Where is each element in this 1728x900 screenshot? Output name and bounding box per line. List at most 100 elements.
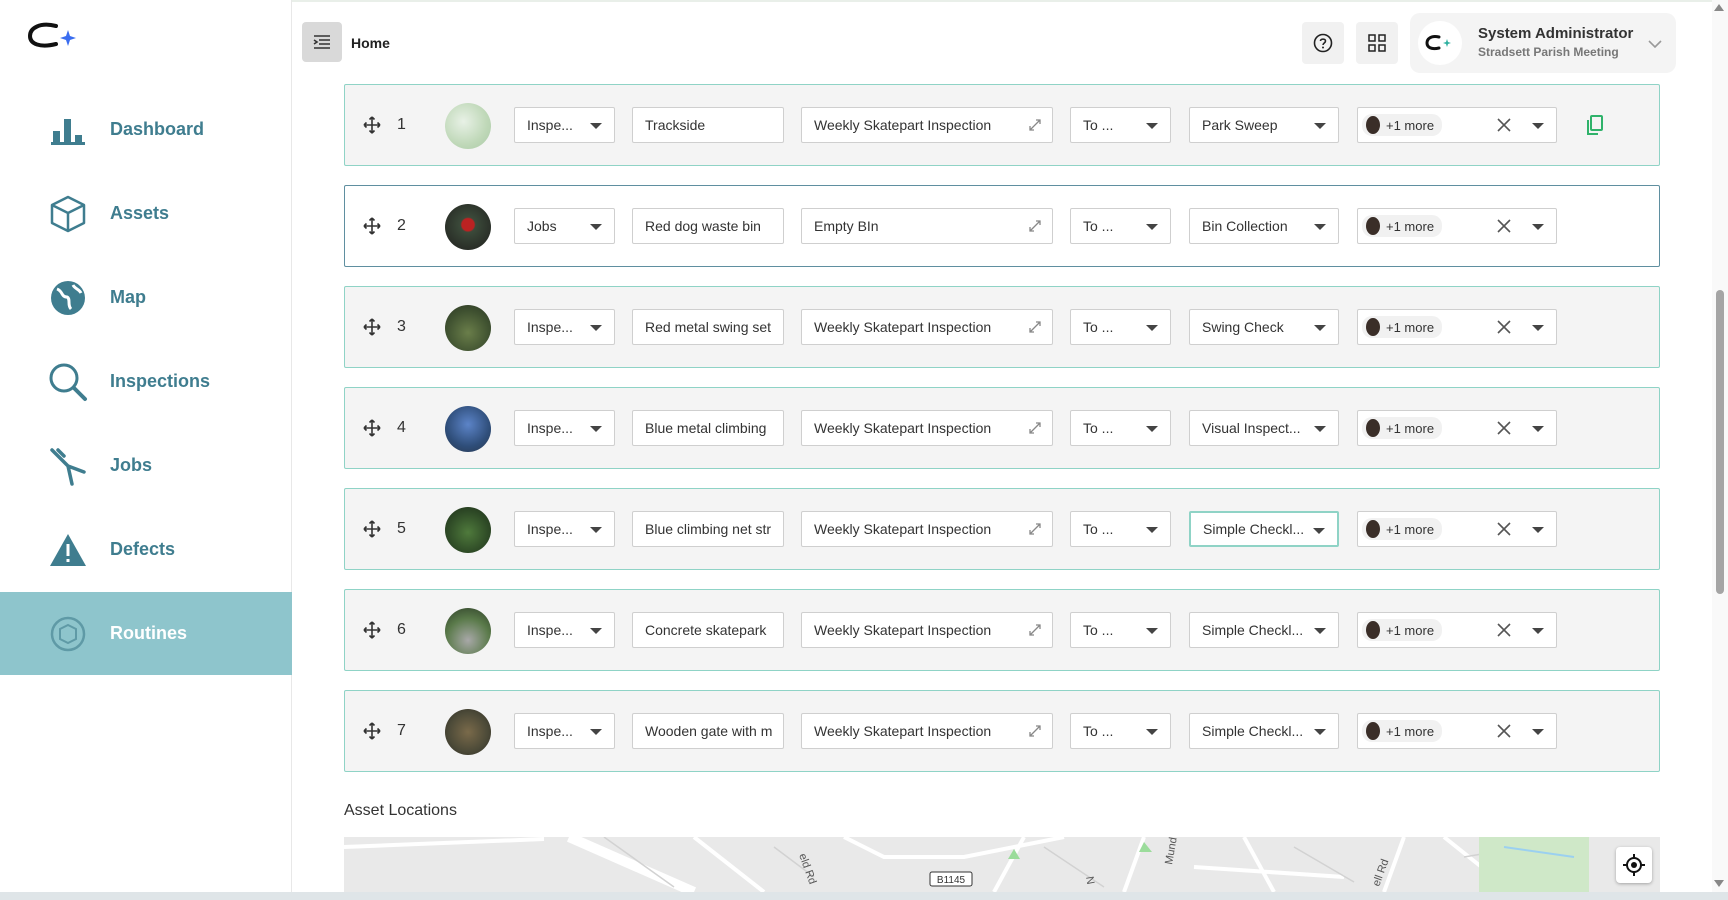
drag-handle-icon[interactable] — [363, 621, 381, 639]
routine-name-field[interactable]: Weekly Skatepart Inspection — [801, 107, 1053, 143]
checklist-value: Simple Checkl... — [1203, 521, 1305, 537]
expand-icon[interactable] — [1028, 421, 1042, 438]
checklist-select[interactable]: Simple Checkl... — [1189, 612, 1339, 648]
to-select[interactable]: To ... — [1070, 208, 1171, 244]
drag-handle-icon[interactable] — [363, 217, 381, 235]
nav-defects[interactable]: Defects — [0, 508, 292, 591]
dropdown-caret-icon[interactable] — [1532, 527, 1544, 533]
expand-icon[interactable] — [1028, 219, 1042, 236]
asset-name-field[interactable]: Concrete skatepark — [632, 612, 784, 648]
drag-handle-icon[interactable] — [363, 722, 381, 740]
routine-step-row[interactable]: 1 Inspe... Trackside Weekly Skatepart In… — [344, 84, 1660, 166]
assignees-select[interactable]: +1 more — [1357, 612, 1557, 648]
to-select[interactable]: To ... — [1070, 309, 1171, 345]
user-menu[interactable]: System Administrator Stradsett Parish Me… — [1410, 13, 1676, 73]
dropdown-caret-icon[interactable] — [1532, 628, 1544, 634]
nav-jobs[interactable]: Jobs — [0, 424, 292, 507]
app-logo[interactable] — [26, 20, 80, 54]
dropdown-caret-icon[interactable] — [1532, 426, 1544, 432]
expand-icon[interactable] — [1028, 522, 1042, 539]
locate-me-button[interactable] — [1616, 847, 1652, 883]
checklist-select[interactable]: Park Sweep — [1189, 107, 1339, 143]
menu-toggle-button[interactable] — [302, 22, 342, 62]
checklist-select[interactable]: Bin Collection — [1189, 208, 1339, 244]
clear-icon[interactable] — [1496, 218, 1512, 237]
copy-icon[interactable] — [1587, 115, 1603, 140]
routine-step-row[interactable]: 7 Inspe... Wooden gate with m Weekly Ska… — [344, 690, 1660, 772]
asset-name-field[interactable]: Blue climbing net str — [632, 511, 784, 547]
drag-handle-icon[interactable] — [363, 520, 381, 538]
to-select[interactable]: To ... — [1070, 410, 1171, 446]
to-select[interactable]: To ... — [1070, 713, 1171, 749]
nav-routines[interactable]: Routines — [0, 592, 292, 675]
checklist-select[interactable]: Simple Checkl... — [1189, 713, 1339, 749]
nav-inspections[interactable]: Inspections — [0, 340, 292, 423]
drag-handle-icon[interactable] — [363, 318, 381, 336]
clear-icon[interactable] — [1496, 420, 1512, 439]
step-type-value: Inspe... — [527, 622, 573, 638]
expand-icon[interactable] — [1028, 623, 1042, 640]
help-button[interactable] — [1302, 22, 1344, 64]
assignees-select[interactable]: +1 more — [1357, 107, 1557, 143]
dropdown-caret-icon[interactable] — [1532, 325, 1544, 331]
routine-name-field[interactable]: Weekly Skatepart Inspection — [801, 511, 1053, 547]
nav-map[interactable]: Map — [0, 256, 292, 339]
routine-name-field[interactable]: Weekly Skatepart Inspection — [801, 410, 1053, 446]
drag-handle-icon[interactable] — [363, 116, 381, 134]
scroll-up-arrow-icon[interactable] — [1714, 4, 1724, 11]
routine-step-row[interactable]: 5 Inspe... Blue climbing net str Weekly … — [344, 488, 1660, 570]
help-icon — [1313, 33, 1333, 53]
expand-icon[interactable] — [1028, 320, 1042, 337]
asset-locations-map[interactable]: B1145 eld Rd Mund N ell Rd — [344, 837, 1660, 892]
routine-step-row[interactable]: 4 Inspe... Blue metal climbing Weekly Sk… — [344, 387, 1660, 469]
asset-name-field[interactable]: Blue metal climbing — [632, 410, 784, 446]
checklist-select[interactable]: Simple Checkl... — [1189, 511, 1339, 547]
to-select[interactable]: To ... — [1070, 107, 1171, 143]
clear-icon[interactable] — [1496, 622, 1512, 641]
assignees-select[interactable]: +1 more — [1357, 713, 1557, 749]
to-select[interactable]: To ... — [1070, 511, 1171, 547]
asset-name-field[interactable]: Trackside — [632, 107, 784, 143]
clear-icon[interactable] — [1496, 117, 1512, 136]
clear-icon[interactable] — [1496, 319, 1512, 338]
asset-name-field[interactable]: Red metal swing set — [632, 309, 784, 345]
step-type-select[interactable]: Jobs — [514, 208, 615, 244]
routine-name-field[interactable]: Weekly Skatepart Inspection — [801, 612, 1053, 648]
routine-step-row[interactable]: 6 Inspe... Concrete skatepark Weekly Ska… — [344, 589, 1660, 671]
step-type-select[interactable]: Inspe... — [514, 309, 615, 345]
assignees-select[interactable]: +1 more — [1357, 309, 1557, 345]
asset-name-field[interactable]: Red dog waste bin — [632, 208, 784, 244]
step-type-select[interactable]: Inspe... — [514, 410, 615, 446]
assignees-select[interactable]: +1 more — [1357, 410, 1557, 446]
dropdown-caret-icon[interactable] — [1532, 729, 1544, 735]
nav-assets[interactable]: Assets — [0, 172, 292, 255]
expand-icon[interactable] — [1028, 118, 1042, 135]
magnifier-icon — [48, 362, 88, 402]
dropdown-caret-icon[interactable] — [1532, 224, 1544, 230]
scroll-down-arrow-icon[interactable] — [1714, 880, 1724, 887]
checklist-select[interactable]: Visual Inspect... — [1189, 410, 1339, 446]
step-type-select[interactable]: Inspe... — [514, 713, 615, 749]
breadcrumb[interactable]: Home — [351, 35, 390, 51]
apps-button[interactable] — [1356, 22, 1398, 64]
routine-step-row[interactable]: 3 Inspe... Red metal swing set Weekly Sk… — [344, 286, 1660, 368]
nav-dashboard[interactable]: Dashboard — [0, 88, 292, 171]
step-type-select[interactable]: Inspe... — [514, 511, 615, 547]
to-select[interactable]: To ... — [1070, 612, 1171, 648]
checklist-select[interactable]: Swing Check — [1189, 309, 1339, 345]
routine-name-field[interactable]: Weekly Skatepart Inspection — [801, 309, 1053, 345]
routine-name-field[interactable]: Weekly Skatepart Inspection — [801, 713, 1053, 749]
step-type-select[interactable]: Inspe... — [514, 612, 615, 648]
dropdown-caret-icon[interactable] — [1532, 123, 1544, 129]
routine-step-row[interactable]: 2 Jobs Red dog waste bin Empty BIn To ..… — [344, 185, 1660, 267]
scrollbar-thumb[interactable] — [1716, 290, 1724, 594]
asset-name-field[interactable]: Wooden gate with m — [632, 713, 784, 749]
step-type-select[interactable]: Inspe... — [514, 107, 615, 143]
assignees-select[interactable]: +1 more — [1357, 208, 1557, 244]
assignees-select[interactable]: +1 more — [1357, 511, 1557, 547]
drag-handle-icon[interactable] — [363, 419, 381, 437]
routine-name-field[interactable]: Empty BIn — [801, 208, 1053, 244]
clear-icon[interactable] — [1496, 521, 1512, 540]
clear-icon[interactable] — [1496, 723, 1512, 742]
expand-icon[interactable] — [1028, 724, 1042, 741]
